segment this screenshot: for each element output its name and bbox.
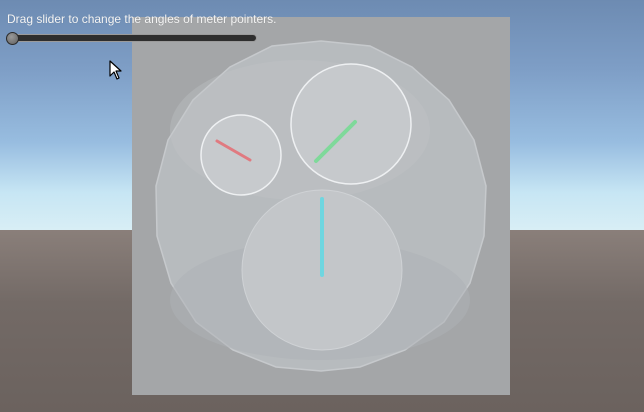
instruction-label: Drag slider to change the angles of mete… [7, 12, 277, 26]
slider-handle[interactable] [6, 32, 19, 45]
meter-assembly [155, 40, 487, 372]
scene-viewport: Drag slider to change the angles of mete… [0, 0, 644, 412]
pointer-angle-slider[interactable] [7, 34, 257, 42]
arrow-cursor-icon [109, 60, 122, 80]
